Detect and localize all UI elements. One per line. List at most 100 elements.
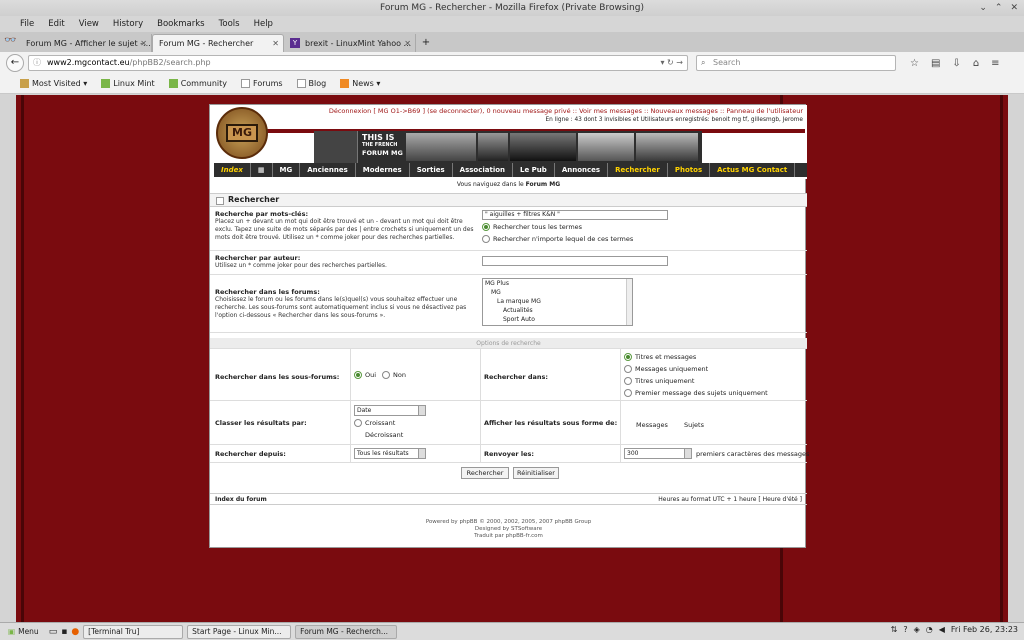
show-desktop-icon[interactable]: ▭ [49, 627, 58, 637]
search-in-titles[interactable]: Titres uniquement [624, 377, 694, 385]
since-select[interactable]: Tous les résultats [354, 448, 426, 459]
nav-le-pub[interactable]: Le Pub [513, 163, 555, 177]
nav-association[interactable]: Association [453, 163, 514, 177]
list-item[interactable]: MG [485, 288, 632, 297]
bookmark-blog[interactable]: Blog [296, 79, 326, 88]
nav-index[interactable]: Index [214, 163, 251, 177]
reset-button[interactable]: Réinitialiser [513, 467, 559, 479]
nav-annonces[interactable]: Annonces [555, 163, 609, 177]
breadcrumb-link[interactable]: Forum MG [526, 181, 560, 188]
list-item[interactable]: La marque MG [485, 297, 632, 306]
search-in-first-message[interactable]: Premier message des sujets uniquement [624, 389, 768, 397]
tab-afficher-sujet[interactable]: Forum MG - Afficher le sujet -... ✕ [20, 34, 152, 52]
keyword-help: Placez un + devant un mot qui doit être … [215, 218, 474, 241]
subforums-non[interactable]: Non [382, 371, 406, 379]
reload-icon[interactable]: ▾ ↻ → [660, 56, 683, 70]
download-icon[interactable]: ⇩ [952, 58, 960, 69]
network-icon[interactable]: ⇅ [891, 625, 898, 634]
list-item[interactable]: MG Plus [485, 279, 632, 288]
minimize-icon[interactable]: ⌄ [979, 2, 987, 14]
hamburger-menu-icon[interactable]: ≡ [991, 58, 999, 69]
keyword-input[interactable]: " aiguilles + filtres K&N " [482, 210, 668, 220]
back-button[interactable]: ← [6, 54, 24, 72]
mg-logo[interactable]: MG [216, 107, 268, 159]
new-tab-button[interactable]: + [416, 34, 436, 52]
search-button[interactable]: Rechercher [461, 467, 509, 479]
nav-flag-icon[interactable]: ▦ [251, 163, 273, 177]
close-icon[interactable]: ✕ [1010, 2, 1018, 14]
menu-view[interactable]: View [79, 16, 99, 32]
tab-brexit[interactable]: Ybrexit - LinuxMint Yahoo ... ✕ [284, 34, 416, 52]
bookmark-linux-mint[interactable]: Linux Mint [101, 79, 155, 88]
tab-label: Forum MG - Rechercher [159, 39, 254, 48]
search-in-titles-messages[interactable]: Titres et messages [624, 353, 696, 361]
banner-mg-logo [314, 131, 358, 163]
dropdown-icon [418, 449, 425, 458]
reading-list-icon[interactable]: ▤ [931, 58, 940, 69]
menu-tools[interactable]: Tools [219, 16, 240, 32]
subforums-oui[interactable]: Oui [354, 371, 376, 379]
menu-file[interactable]: File [20, 16, 34, 32]
author-label: Rechercher par auteur: [215, 254, 301, 262]
nav-anciennes[interactable]: Anciennes [300, 163, 356, 177]
task-forum-mg[interactable]: Forum MG - Recherch... [295, 624, 398, 639]
nav-rechercher[interactable]: Rechercher [608, 163, 668, 177]
nav-actus[interactable]: Actus MG Contact [710, 163, 796, 177]
close-tab-icon[interactable]: ✕ [140, 39, 147, 48]
menu-history[interactable]: History [113, 16, 143, 32]
bookmark-label: News ▾ [352, 79, 381, 88]
volume-icon[interactable]: ◀ [939, 625, 945, 634]
option-any-term[interactable]: Rechercher n'importe lequel de ces terme… [482, 235, 633, 243]
forum-listbox[interactable]: MG Plus MG La marque MG Actualités Sport… [482, 278, 633, 326]
menu-edit[interactable]: Edit [48, 16, 64, 32]
return-label: Renvoyer les: [484, 450, 534, 458]
bookmark-news[interactable]: News ▾ [340, 79, 380, 88]
bookmark-forums[interactable]: Forums [241, 79, 283, 88]
sort-asc[interactable]: Croissant [354, 419, 395, 427]
clock[interactable]: Fri Feb 26, 23:23 [951, 625, 1018, 634]
shield-icon[interactable]: ◈ [914, 625, 920, 634]
tab-rechercher[interactable]: Forum MG - Rechercher ✕ [152, 34, 284, 52]
bookmark-star-icon[interactable]: ☆ [910, 58, 919, 69]
maximize-icon[interactable]: ⌃ [995, 2, 1003, 14]
bookmark-community[interactable]: Community [168, 79, 227, 88]
author-input[interactable] [482, 256, 668, 266]
dropdown-icon [684, 449, 691, 458]
banner-photo [406, 133, 476, 161]
nav-mg[interactable]: MG [273, 163, 301, 177]
forum-index-link[interactable]: Index du forum [215, 494, 267, 505]
menu-help[interactable]: Help [254, 16, 273, 32]
scrollbar[interactable] [626, 279, 632, 325]
search-in-messages[interactable]: Messages uniquement [624, 365, 708, 373]
task-terminal[interactable]: [Terminal Tru] [83, 624, 184, 639]
help-icon[interactable]: ? [903, 625, 907, 634]
sort-desc[interactable]: Décroissant [365, 431, 403, 439]
since-label: Rechercher depuis: [215, 450, 286, 458]
list-item[interactable]: Actualités [485, 306, 632, 315]
display-topics[interactable]: Sujets [684, 421, 704, 429]
option-all-terms[interactable]: Rechercher tous les termes [482, 223, 582, 231]
sort-select[interactable]: Date [354, 405, 426, 416]
menu-bookmarks[interactable]: Bookmarks [157, 16, 205, 32]
display-messages[interactable]: Messages [636, 421, 668, 429]
nav-sorties[interactable]: Sorties [410, 163, 453, 177]
radio-checked-icon [354, 371, 362, 379]
close-tab-icon[interactable]: ✕ [404, 39, 411, 48]
nav-modernes[interactable]: Modernes [356, 163, 410, 177]
firefox-launcher-icon[interactable]: ● [71, 627, 79, 637]
task-start-page[interactable]: Start Page - Linux Min... [187, 624, 292, 639]
bookmark-most-visited[interactable]: Most Visited ▾ [20, 79, 87, 88]
return-select[interactable]: 300 [624, 448, 692, 459]
close-tab-icon[interactable]: ✕ [272, 39, 279, 48]
banner-photo [510, 133, 576, 161]
user-links[interactable]: Déconnexion [ MG O1->B69 ] (se deconnect… [329, 107, 803, 115]
search-input[interactable]: ⌕ Search [696, 55, 896, 71]
wifi-icon[interactable]: ◔ [926, 625, 933, 634]
nav-photos[interactable]: Photos [668, 163, 711, 177]
url-bar[interactable]: ⓘ www2.mgcontact.eu/phpBB2/search.php ▾ … [28, 55, 688, 71]
home-icon[interactable]: ⌂ [973, 58, 979, 69]
list-item[interactable]: Sport Auto [485, 315, 632, 324]
start-menu-button[interactable]: ▣ Menu [4, 625, 43, 639]
online-users: En ligne : 43 dont 3 invisibles et Utili… [545, 117, 804, 123]
terminal-launcher-icon[interactable]: ▪ [61, 627, 67, 637]
